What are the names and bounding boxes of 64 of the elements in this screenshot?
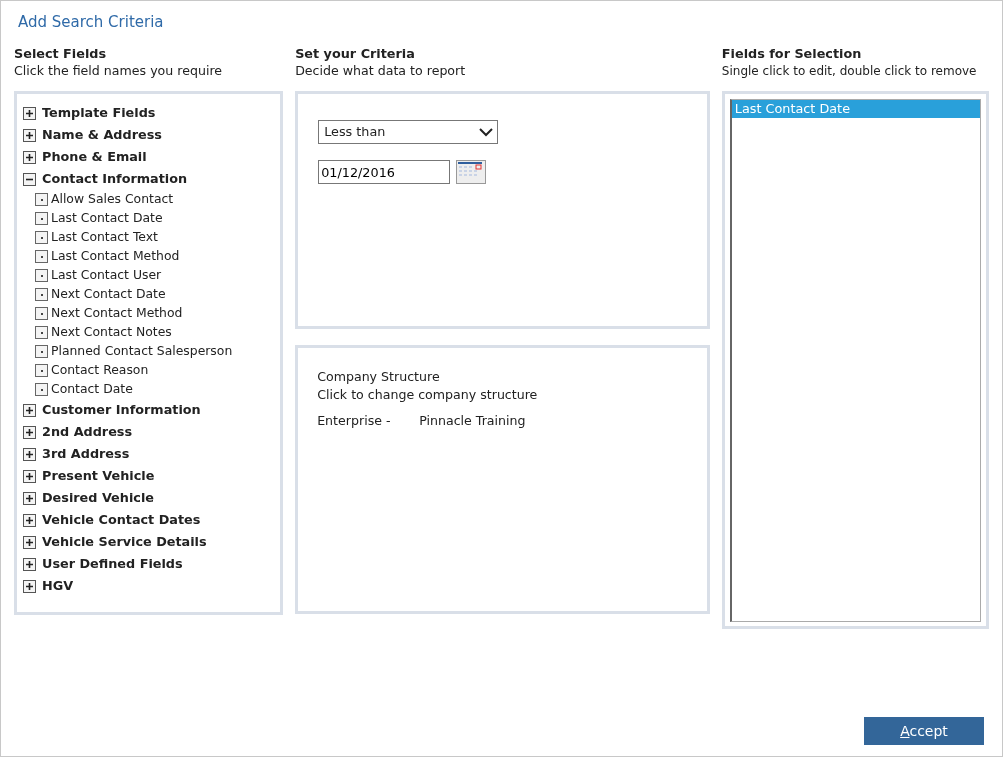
leaf-icon xyxy=(35,250,48,263)
chevron-down-icon xyxy=(479,127,494,137)
expand-icon[interactable] xyxy=(23,447,36,461)
expand-icon[interactable] xyxy=(23,150,36,164)
operator-dropdown[interactable]: Less than xyxy=(318,120,499,144)
expand-icon[interactable] xyxy=(23,557,36,571)
expand-icon[interactable] xyxy=(23,535,36,549)
leaf-icon xyxy=(35,231,48,244)
section-hint: Single click to edit, double click to remove xyxy=(721,63,977,80)
tree-group-label[interactable]: Vehicle Contact Dates xyxy=(42,510,201,530)
tree-group-label[interactable]: Desired Vehicle xyxy=(42,488,154,508)
leaf-icon xyxy=(35,345,48,358)
section-hint: Click the field names you require xyxy=(14,62,224,80)
section-heading: Fields for Selection xyxy=(721,46,863,62)
collapse-icon[interactable] xyxy=(23,172,36,186)
tree-group-label[interactable]: Customer Information xyxy=(42,400,201,420)
tree-item-label[interactable]: Planned Contact Salesperson xyxy=(51,342,233,361)
expand-icon[interactable] xyxy=(23,579,36,593)
leaf-icon xyxy=(35,364,48,377)
tree-item-label[interactable]: Last Contact Date xyxy=(51,209,163,228)
leaf-icon xyxy=(35,212,48,225)
tree-group-label[interactable]: Vehicle Service Details xyxy=(42,532,207,552)
expand-icon[interactable] xyxy=(23,513,36,527)
panel-title[interactable]: Company Structure xyxy=(317,368,688,386)
tree-item-label[interactable]: Next Contact Method xyxy=(51,304,183,323)
tree-group-label[interactable]: Present Vehicle xyxy=(42,466,155,486)
tree-group-label[interactable]: 2nd Address xyxy=(42,422,133,442)
tree-group-label[interactable]: Template Fields xyxy=(42,103,156,123)
tree-item-label[interactable]: Last Contact User xyxy=(51,266,162,285)
tree-item-label[interactable]: Next Contact Date xyxy=(51,285,166,304)
tree-item-label[interactable]: Last Contact Method xyxy=(51,247,180,266)
leaf-icon xyxy=(35,193,48,206)
leaf-icon xyxy=(35,326,48,339)
tree-item-label[interactable]: Contact Reason xyxy=(51,361,149,380)
section-heading: Set your Criteria xyxy=(295,46,416,62)
tree-group-label[interactable]: Phone & Email xyxy=(42,147,147,167)
tree-group-label[interactable]: Name & Address xyxy=(42,125,162,145)
tree-group-label[interactable]: User Defined Fields xyxy=(42,554,183,574)
leaf-icon xyxy=(35,383,48,396)
expand-icon[interactable] xyxy=(23,128,36,142)
section-hint: Decide what data to report xyxy=(295,62,467,80)
calendar-icon[interactable] xyxy=(456,160,487,184)
panel-hint[interactable]: Click to change company structure xyxy=(317,386,688,404)
tree-group-label[interactable]: 3rd Address xyxy=(42,444,130,464)
tree-item-label[interactable]: Next Contact Notes xyxy=(51,323,172,342)
tree-group-label[interactable]: Contact Information xyxy=(42,169,188,189)
date-field[interactable]: 01/12/2016 xyxy=(318,160,451,184)
tree-item-label[interactable]: Allow Sales Contact xyxy=(51,190,174,209)
expand-icon[interactable] xyxy=(23,403,36,417)
expand-icon[interactable] xyxy=(23,425,36,439)
tree-item-label[interactable]: Contact Date xyxy=(51,380,133,399)
field-value: Pinnacle Training xyxy=(419,412,526,430)
tree-item-label[interactable]: Last Contact Text xyxy=(51,228,158,247)
field-label: Enterprise - xyxy=(317,412,392,430)
leaf-icon xyxy=(35,269,48,282)
expand-icon[interactable] xyxy=(23,106,36,120)
leaf-icon xyxy=(35,288,48,301)
accept-button[interactable]: Accept xyxy=(864,717,984,745)
section-heading: Select Fields xyxy=(14,46,108,62)
expand-icon[interactable] xyxy=(23,469,36,483)
tree-group-label[interactable]: HGV xyxy=(42,576,74,596)
leaf-icon xyxy=(35,307,48,320)
window-title: Add Search Criteria xyxy=(18,12,165,33)
expand-icon[interactable] xyxy=(23,491,36,505)
